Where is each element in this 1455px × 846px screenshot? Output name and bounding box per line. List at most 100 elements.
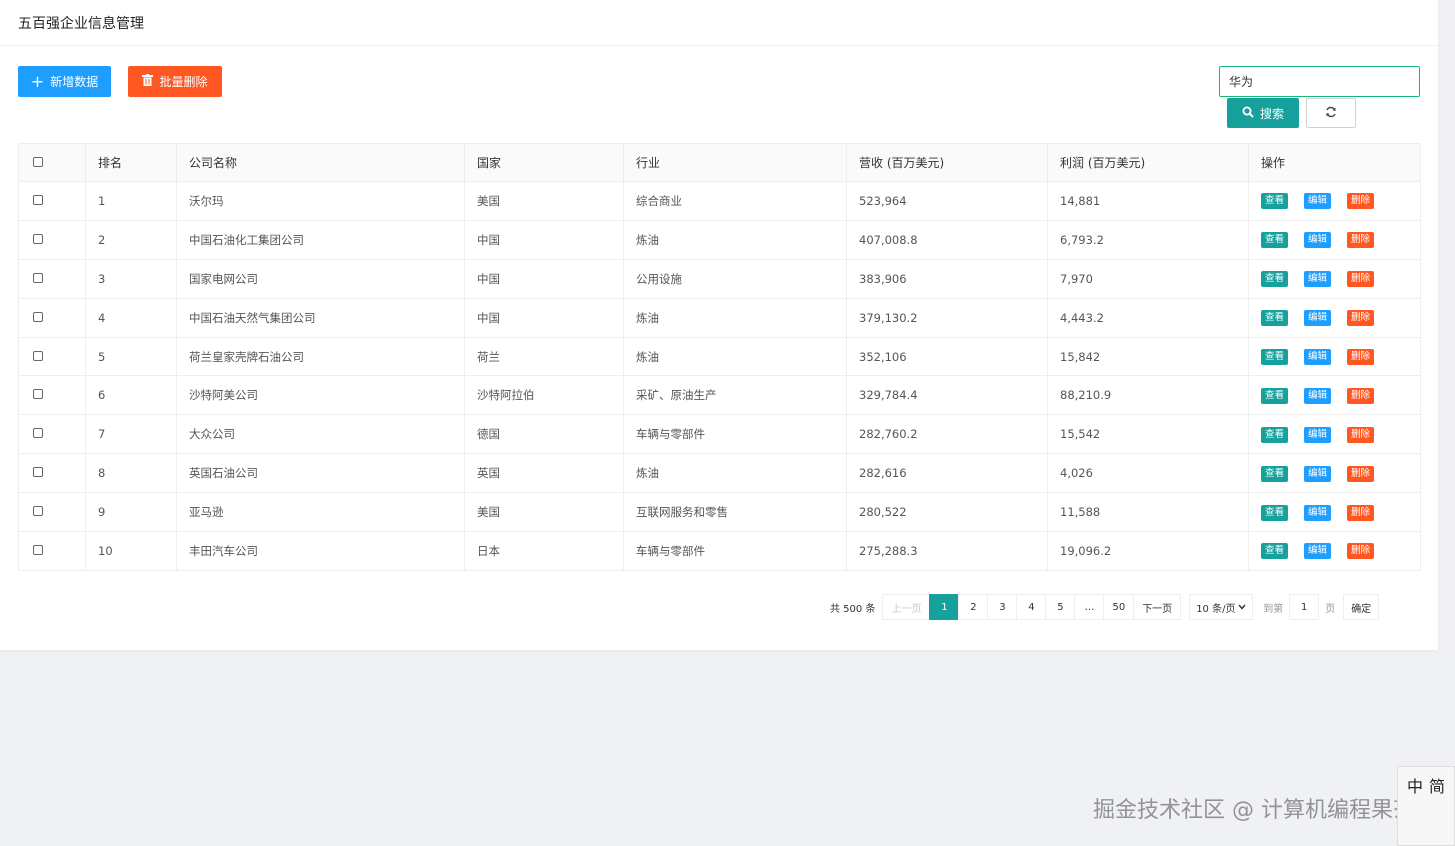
view-button[interactable]: 查看 [1261, 426, 1289, 443]
revenue-cell: 383,906 [846, 258, 1048, 299]
search-icon [1242, 106, 1254, 121]
row-checkbox[interactable] [33, 467, 43, 478]
profit-cell: 14,881 [1047, 181, 1249, 221]
delete-button[interactable]: 删除 [1347, 193, 1375, 210]
edit-button[interactable]: 编辑 [1304, 310, 1332, 327]
page-suffix: 页 [1325, 603, 1336, 615]
row-checkbox[interactable] [33, 311, 43, 322]
table-row: 5 荷兰皇家壳牌石油公司 荷兰 炼油 352,106 15,842 查看 编辑 删除 [18, 336, 1421, 377]
ime-variant: 简 [1429, 777, 1446, 796]
edit-button[interactable]: 编辑 [1304, 426, 1332, 443]
row-checkbox[interactable] [33, 194, 43, 205]
company-cell: 沃尔玛 [176, 181, 465, 221]
edit-button[interactable]: 编辑 [1304, 387, 1332, 404]
watermark-text: 掘金技术社区 @ 计算机编程果茶熊 [1093, 798, 1437, 823]
next-page-button[interactable]: 下一页 [1133, 594, 1182, 620]
industry-cell: 炼油 [623, 297, 847, 338]
view-button[interactable]: 查看 [1261, 543, 1289, 560]
company-cell: 国家电网公司 [176, 258, 465, 299]
industry-cell: 炼油 [623, 219, 847, 260]
row-checkbox[interactable] [33, 389, 43, 400]
country-cell: 日本 [464, 531, 624, 571]
row-checkbox[interactable] [33, 272, 43, 283]
view-button[interactable]: 查看 [1261, 232, 1289, 249]
row-checkbox[interactable] [33, 428, 43, 439]
delete-button[interactable]: 删除 [1347, 465, 1375, 482]
profit-cell: 4,026 [1047, 453, 1249, 494]
rank-cell: 9 [85, 492, 177, 533]
delete-button[interactable]: 删除 [1347, 349, 1375, 365]
search-input[interactable] [1219, 66, 1420, 97]
goto-confirm-button[interactable]: 确定 [1343, 594, 1380, 620]
row-checkbox[interactable] [33, 350, 43, 361]
edit-button[interactable]: 编辑 [1304, 271, 1332, 288]
country-cell: 中国 [464, 219, 624, 260]
country-cell: 中国 [464, 258, 624, 299]
profit-cell: 15,542 [1047, 414, 1249, 455]
goto-page-input[interactable]: 1 [1289, 594, 1320, 620]
delete-button[interactable]: 删除 [1347, 504, 1375, 521]
page-button[interactable]: 2 [958, 594, 989, 620]
view-button[interactable]: 查看 [1261, 193, 1289, 210]
actions-cell: 查看 编辑 删除 [1248, 258, 1421, 299]
prev-page-button[interactable]: 上一页 [882, 594, 931, 620]
page-button[interactable]: 50 [1103, 594, 1135, 620]
company-cell: 中国石油化工集团公司 [176, 219, 465, 260]
edit-button[interactable]: 编辑 [1304, 465, 1332, 482]
profit-cell: 7,970 [1047, 258, 1249, 299]
edit-button[interactable]: 编辑 [1304, 543, 1332, 560]
search-button[interactable]: 搜索 [1227, 98, 1299, 128]
revenue-cell: 407,008.8 [846, 219, 1048, 260]
profit-cell: 19,096.2 [1047, 531, 1249, 571]
actions-cell: 查看 编辑 删除 [1248, 219, 1421, 260]
row-checkbox[interactable] [33, 233, 43, 244]
page-button[interactable]: 3 [987, 594, 1018, 620]
view-button[interactable]: 查看 [1261, 310, 1289, 327]
company-cell: 中国石油天然气集团公司 [176, 297, 465, 338]
rank-cell: 6 [85, 375, 177, 416]
ime-mode: 中 [1406, 777, 1423, 796]
row-checkbox[interactable] [33, 544, 43, 555]
view-button[interactable]: 查看 [1261, 387, 1289, 404]
delete-button[interactable]: 删除 [1347, 271, 1375, 288]
page-size-select[interactable]: 10 条/页 [1189, 594, 1254, 620]
profit-cell: 88,210.9 [1047, 375, 1249, 416]
delete-button[interactable]: 删除 [1347, 310, 1375, 327]
pagination-total: 共 500 条 [830, 603, 876, 615]
table-row: 2 中国石油化工集团公司 中国 炼油 407,008.8 6,793.2 查看 编辑 删除 [18, 219, 1421, 260]
revenue-cell: 280,522 [846, 492, 1048, 533]
row-checkbox[interactable] [33, 506, 43, 517]
delete-button[interactable]: 删除 [1347, 426, 1375, 443]
edit-button[interactable]: 编辑 [1304, 232, 1332, 249]
page-button[interactable]: 4 [1016, 594, 1047, 620]
ime-indicator[interactable]: 中 简 [1397, 766, 1455, 846]
edit-button[interactable]: 编辑 [1304, 504, 1332, 521]
edit-button[interactable]: 编辑 [1304, 349, 1332, 365]
revenue-cell: 379,130.2 [846, 297, 1048, 338]
view-button[interactable]: 查看 [1261, 349, 1289, 365]
view-button[interactable]: 查看 [1261, 504, 1289, 521]
delete-button[interactable]: 删除 [1347, 387, 1375, 404]
delete-button[interactable]: 删除 [1347, 543, 1375, 560]
profit-cell: 11,588 [1047, 492, 1249, 533]
industry-cell: 车辆与零部件 [623, 414, 847, 455]
row-select-cell [18, 219, 86, 260]
table-row: 3 国家电网公司 中国 公用设施 383,906 7,970 查看 编辑 删除 [18, 258, 1421, 299]
select-all-checkbox[interactable] [33, 156, 43, 167]
refresh-button[interactable] [1306, 98, 1356, 128]
batch-delete-button[interactable]: 批量删除 [128, 66, 222, 97]
view-button[interactable]: 查看 [1261, 465, 1289, 482]
page-button[interactable]: 1 [929, 594, 960, 620]
rank-cell: 5 [85, 336, 177, 377]
trash-icon [142, 74, 154, 89]
plus-icon: + [30, 71, 45, 91]
row-select-cell [18, 181, 86, 221]
add-data-button[interactable]: + 新增数据 [18, 66, 111, 97]
actions-cell: 查看 编辑 删除 [1248, 414, 1421, 455]
page-button[interactable]: 5 [1045, 594, 1076, 620]
rank-cell: 8 [85, 453, 177, 494]
actions-cell: 查看 编辑 删除 [1248, 375, 1421, 416]
edit-button[interactable]: 编辑 [1304, 193, 1332, 210]
view-button[interactable]: 查看 [1261, 271, 1289, 288]
delete-button[interactable]: 删除 [1347, 232, 1375, 249]
